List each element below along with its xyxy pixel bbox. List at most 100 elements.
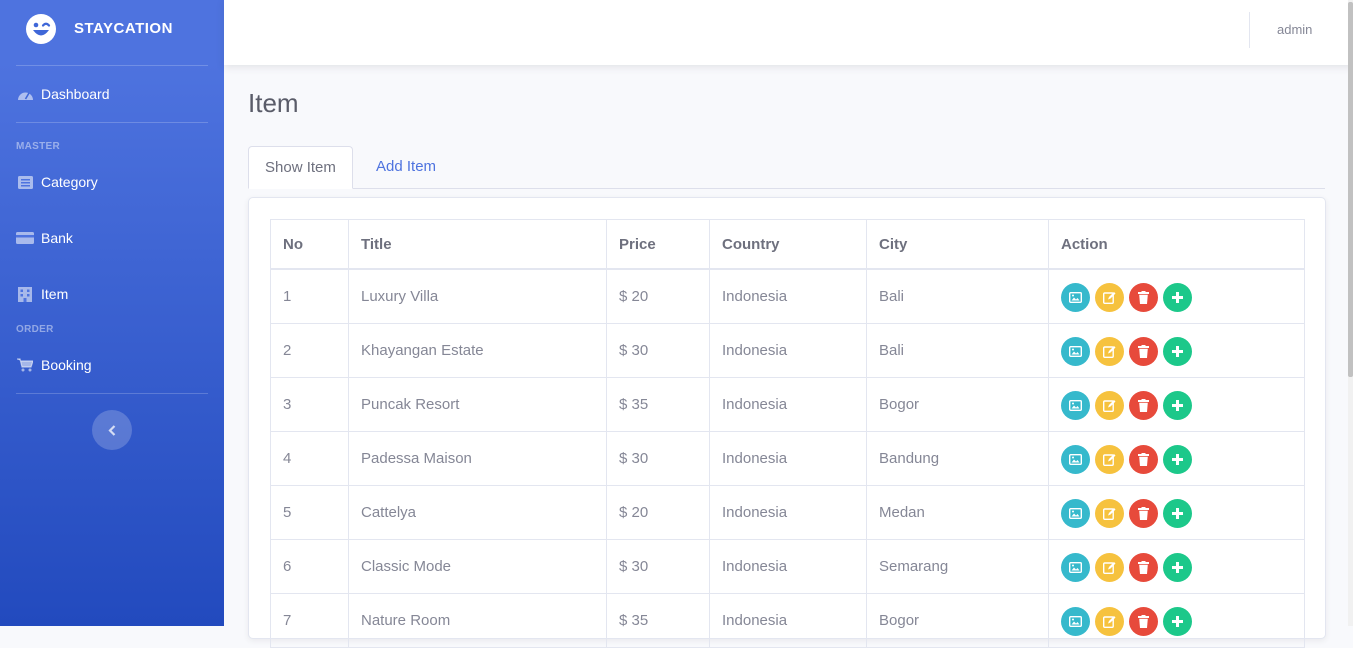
delete-button[interactable] <box>1129 391 1158 420</box>
item-table-card: No Title Price Country City Action 1 Luxu… <box>248 197 1326 648</box>
cell-price: $ 30 <box>606 431 710 486</box>
sidebar-item-dashboard[interactable]: Dashboard <box>16 82 208 106</box>
sidebar-item-item[interactable]: Item <box>16 282 208 306</box>
cell-no: 5 <box>270 485 349 540</box>
plus-icon <box>1172 562 1183 573</box>
brand-text: STAYCATION <box>74 20 173 37</box>
item-table: No Title Price Country City Action 1 Luxu… <box>270 219 1305 648</box>
image-icon <box>1069 508 1082 519</box>
sidebar: STAYCATION Dashboard MASTER Category Ban… <box>0 0 224 626</box>
sidebar-item-label: Category <box>41 174 98 190</box>
cell-country: Indonesia <box>709 268 867 324</box>
table-row: 2 Khayangan Estate $ 30 Indonesia Bali <box>270 323 1305 378</box>
cell-price: $ 35 <box>606 377 710 432</box>
cell-no: 6 <box>270 539 349 594</box>
add-button[interactable] <box>1163 283 1192 312</box>
delete-button[interactable] <box>1129 607 1158 636</box>
edit-button[interactable] <box>1095 337 1124 366</box>
edit-button[interactable] <box>1095 445 1124 474</box>
trash-icon <box>1138 507 1149 520</box>
sidebar-item-label: Booking <box>41 357 92 373</box>
view-image-button[interactable] <box>1061 283 1090 312</box>
action-buttons <box>1061 443 1292 474</box>
brand-link[interactable]: STAYCATION <box>0 0 224 64</box>
image-icon <box>1069 400 1082 411</box>
column-header-title: Title <box>348 219 607 270</box>
cell-action <box>1048 539 1305 594</box>
delete-button[interactable] <box>1129 499 1158 528</box>
sidebar-divider <box>16 122 208 123</box>
edit-button[interactable] <box>1095 553 1124 582</box>
tab-show-item[interactable]: Show Item <box>248 146 353 189</box>
trash-icon <box>1138 615 1149 628</box>
cell-no: 7 <box>270 593 349 648</box>
laugh-wink-icon <box>26 14 56 44</box>
tachometer-icon <box>16 86 34 102</box>
page-title: Item <box>248 88 299 118</box>
trash-icon <box>1138 453 1149 466</box>
add-button[interactable] <box>1163 391 1192 420</box>
column-header-price: Price <box>606 219 710 270</box>
image-icon <box>1069 292 1082 303</box>
cell-city: Bandung <box>866 431 1049 486</box>
add-button[interactable] <box>1163 337 1192 366</box>
column-header-action: Action <box>1048 219 1305 270</box>
cell-action <box>1048 485 1305 540</box>
add-button[interactable] <box>1163 553 1192 582</box>
delete-button[interactable] <box>1129 553 1158 582</box>
add-button[interactable] <box>1163 499 1192 528</box>
add-button[interactable] <box>1163 607 1192 636</box>
action-buttons <box>1061 281 1292 312</box>
view-image-button[interactable] <box>1061 445 1090 474</box>
delete-button[interactable] <box>1129 337 1158 366</box>
column-header-country: Country <box>709 219 867 270</box>
scrollbar[interactable] <box>1348 0 1353 626</box>
cell-city: Bogor <box>866 377 1049 432</box>
sidebar-item-bank[interactable]: Bank <box>16 226 208 250</box>
cell-country: Indonesia <box>709 431 867 486</box>
sidebar-heading-order: ORDER <box>16 324 54 335</box>
view-image-button[interactable] <box>1061 553 1090 582</box>
sidebar-item-booking[interactable]: Booking <box>16 353 208 377</box>
chevron-left-icon <box>108 424 116 436</box>
view-image-button[interactable] <box>1061 337 1090 366</box>
topbar-divider <box>1249 12 1250 48</box>
cell-country: Indonesia <box>709 377 867 432</box>
view-image-button[interactable] <box>1061 499 1090 528</box>
cell-city: Semarang <box>866 539 1049 594</box>
cell-price: $ 20 <box>606 485 710 540</box>
plus-icon <box>1172 616 1183 627</box>
cell-action <box>1048 431 1305 486</box>
edit-button[interactable] <box>1095 499 1124 528</box>
trash-icon <box>1138 561 1149 574</box>
view-image-button[interactable] <box>1061 607 1090 636</box>
trash-icon <box>1138 291 1149 304</box>
cell-price: $ 30 <box>606 539 710 594</box>
sidebar-item-label: Bank <box>41 230 73 246</box>
cell-price: $ 35 <box>606 593 710 648</box>
edit-icon <box>1103 453 1116 466</box>
edit-button[interactable] <box>1095 283 1124 312</box>
user-menu[interactable]: admin <box>1277 22 1312 37</box>
sidebar-item-label: Dashboard <box>41 86 110 102</box>
edit-button[interactable] <box>1095 607 1124 636</box>
table-row: 5 Cattelya $ 20 Indonesia Medan <box>270 485 1305 540</box>
add-button[interactable] <box>1163 445 1192 474</box>
column-header-city: City <box>866 219 1049 270</box>
action-buttons <box>1061 497 1292 528</box>
edit-button[interactable] <box>1095 391 1124 420</box>
scrollbar-thumb[interactable] <box>1348 2 1353 377</box>
image-icon <box>1069 346 1082 357</box>
edit-icon <box>1103 615 1116 628</box>
plus-icon <box>1172 508 1183 519</box>
delete-button[interactable] <box>1129 283 1158 312</box>
plus-icon <box>1172 400 1183 411</box>
view-image-button[interactable] <box>1061 391 1090 420</box>
sidebar-toggle-button[interactable] <box>92 410 132 450</box>
delete-button[interactable] <box>1129 445 1158 474</box>
sidebar-item-category[interactable]: Category <box>16 170 208 194</box>
tab-add-item[interactable]: Add Item <box>360 146 452 187</box>
table-row: 7 Nature Room $ 35 Indonesia Bogor <box>270 593 1305 648</box>
cell-title: Cattelya <box>348 485 607 540</box>
cell-no: 3 <box>270 377 349 432</box>
